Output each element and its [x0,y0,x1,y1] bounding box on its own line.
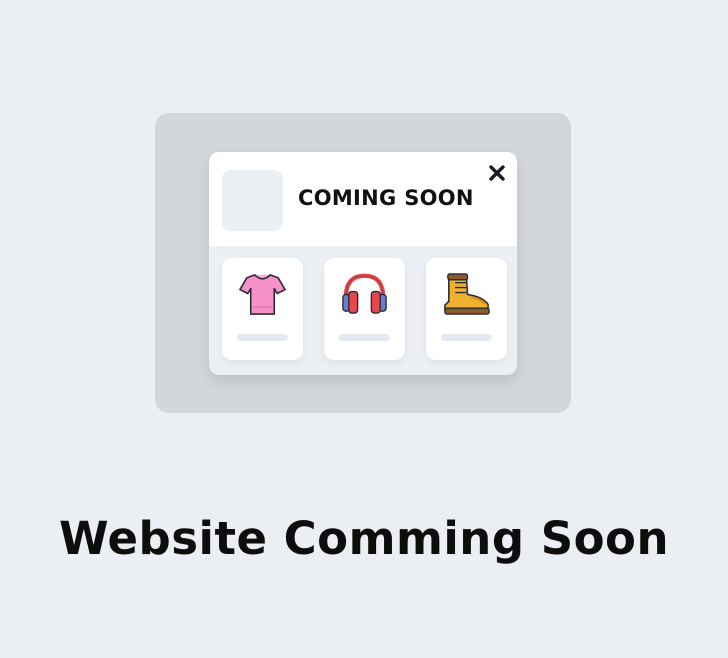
product-card-tshirt[interactable] [222,258,303,360]
page-headline: Website Comming Soon [58,512,669,565]
card-placeholder-bar [441,334,492,341]
product-card-boot[interactable] [426,258,507,360]
close-button[interactable] [486,162,508,184]
coming-soon-modal: COMING SOON [209,152,517,375]
logo-placeholder [222,170,283,231]
modal-header: COMING SOON [209,152,517,246]
card-placeholder-bar [339,334,390,341]
headphones-icon [342,273,387,314]
tshirt-icon [239,274,286,315]
modal-title: COMING SOON [298,186,474,210]
product-card-headphones[interactable] [324,258,405,360]
close-icon [489,165,505,181]
card-placeholder-bar [237,334,288,341]
boot-icon [444,273,490,315]
